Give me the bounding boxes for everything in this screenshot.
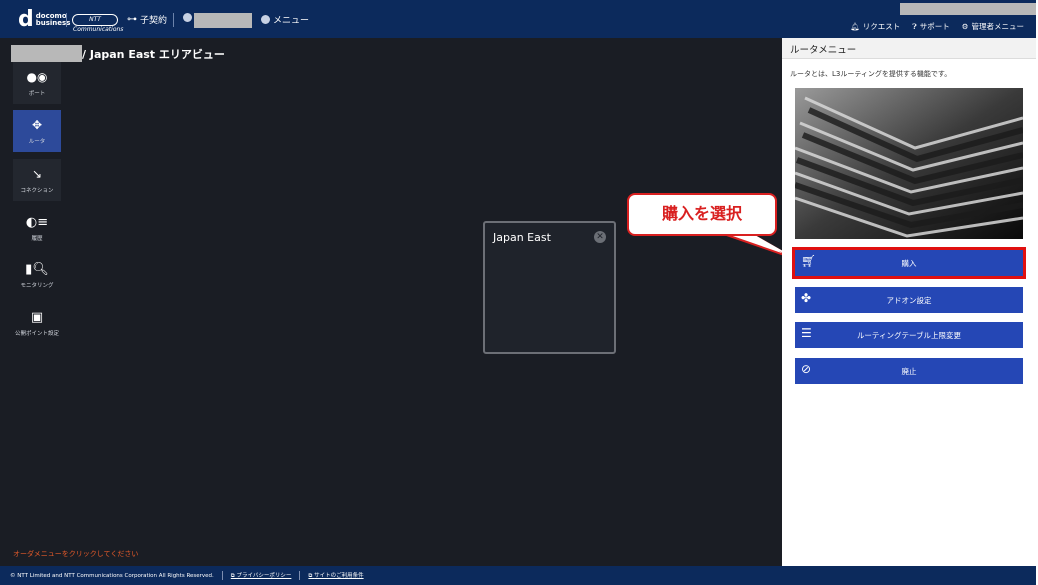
header-divider xyxy=(66,13,67,27)
docomo-d-mark: d xyxy=(18,7,34,32)
bell-icon: 🔔︎ xyxy=(850,22,860,31)
redacted-account-name xyxy=(194,13,252,28)
check-circle-icon xyxy=(183,13,192,22)
addon-settings-button[interactable]: ✤ アドオン設定 xyxy=(795,287,1023,313)
menu-label: メニュー xyxy=(273,16,310,26)
top-header: d docomo business NTT Communications ⊶ 子… xyxy=(0,0,1036,38)
sidebar-item-public-point[interactable]: ▣ 公開ポイント設定 xyxy=(6,310,68,337)
callout-annotation: 購入を選択 xyxy=(627,193,777,236)
chevron-circle-icon xyxy=(261,15,270,24)
account-selector[interactable] xyxy=(183,13,192,22)
footer-divider-2 xyxy=(299,571,301,580)
routing-table-limit-button[interactable]: ☰ ルーティングテーブル上限変更 xyxy=(795,322,1023,348)
contract-label: 子契約 xyxy=(140,16,168,26)
redacted-breadcrumb xyxy=(11,45,82,62)
ntt-logo: NTT Communications xyxy=(72,14,124,33)
admin-menu-link[interactable]: ⚙ 管理者メニュー xyxy=(962,21,1024,32)
sidebar-item-history[interactable]: ◐≡ 履歴 xyxy=(6,215,68,242)
breadcrumb: / Japan East エリアビュー xyxy=(82,48,225,61)
help-icon: ❓︎ xyxy=(912,21,917,31)
sidebar-item-port[interactable]: ●◉ ポート xyxy=(13,62,61,104)
panel-description: ルータとは、L3ルーティングを提供する機能です。 xyxy=(790,70,952,78)
docomo-business-logo[interactable]: d docomo business xyxy=(18,7,70,32)
public-point-icon: ▣ xyxy=(30,310,44,325)
history-icon: ◐≡ xyxy=(25,215,49,230)
header-right-menu: 🔔︎ リクエスト ❓︎ サポート ⚙ 管理者メニュー xyxy=(850,21,1024,32)
order-tip: オーダメニューをクリックしてください xyxy=(13,550,139,558)
sliders-icon: ☰ xyxy=(801,326,812,340)
router-menu-panel: ルータメニュー ルータとは、L3ルーティングを提供する機能です。 🛒︎ 購入 ✤… xyxy=(782,38,1036,566)
support-link[interactable]: ❓︎ サポート xyxy=(912,21,950,32)
sidebar-item-connection[interactable]: ↘ コネクション xyxy=(13,159,61,201)
port-icon: ●◉ xyxy=(26,69,48,84)
server-rack-image xyxy=(795,88,1023,239)
cart-icon: 🛒︎ xyxy=(801,254,817,268)
region-card-japan-east[interactable]: Japan East ✕ xyxy=(483,221,616,354)
region-name: Japan East xyxy=(493,231,551,244)
footer-divider xyxy=(221,571,223,580)
purchase-button[interactable]: 🛒︎ 購入 xyxy=(792,247,1026,279)
puzzle-icon: ✤ xyxy=(801,291,812,305)
menu-button[interactable]: メニュー xyxy=(261,13,309,26)
close-icon[interactable]: ✕ xyxy=(594,231,606,243)
header-divider-2 xyxy=(173,13,174,27)
connection-icon: ↘ xyxy=(31,166,43,181)
hierarchy-icon: ⊶ xyxy=(127,14,137,25)
monitoring-icon: ▮🔍︎ xyxy=(25,262,49,277)
cancel-icon: ⊘ xyxy=(801,362,812,376)
contract-switch[interactable]: ⊶ 子契約 xyxy=(127,13,167,26)
app-window: d docomo business NTT Communications ⊶ 子… xyxy=(0,0,1036,585)
footer: © NTT Limited and NTT Communications Cor… xyxy=(0,566,1036,585)
sidebar-item-router[interactable]: ✥ ルータ xyxy=(13,110,61,152)
panel-title: ルータメニュー xyxy=(782,38,1036,59)
terminate-button[interactable]: ⊘ 廃止 xyxy=(795,358,1023,384)
router-icon: ✥ xyxy=(31,117,43,132)
privacy-link[interactable]: ⧉ プライバシーポリシー xyxy=(231,571,292,580)
sidebar-item-monitoring[interactable]: ▮🔍︎ モニタリング xyxy=(6,262,68,289)
gear-icon: ⚙ xyxy=(961,22,969,31)
redacted-user-info xyxy=(900,3,1036,15)
server-rack-illustration xyxy=(795,88,1023,239)
request-link[interactable]: 🔔︎ リクエスト xyxy=(850,21,900,32)
terms-link[interactable]: ⧉ サイトのご利用条件 xyxy=(308,571,363,580)
copyright: © NTT Limited and NTT Communications Cor… xyxy=(10,572,214,579)
